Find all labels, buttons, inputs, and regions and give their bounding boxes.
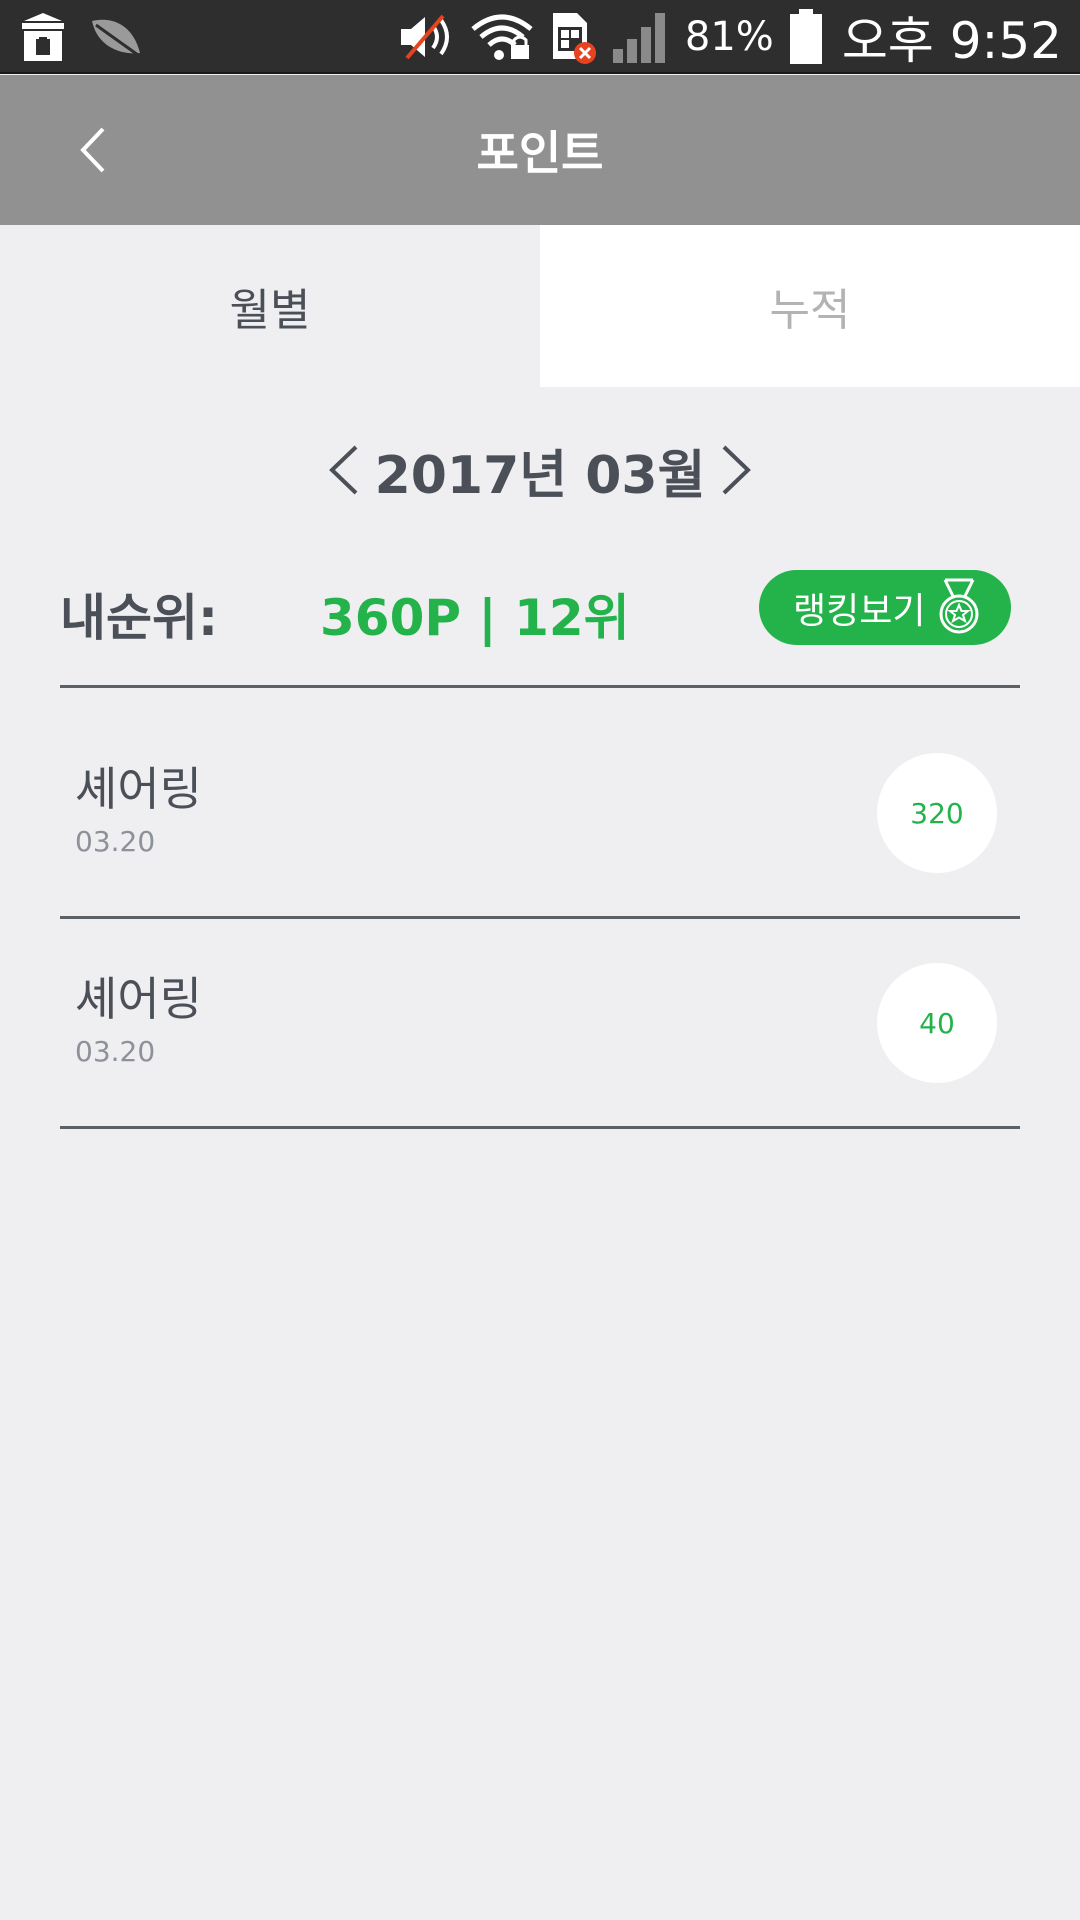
view-ranking-label: 랭킹보기 [793, 590, 926, 632]
item-title: 셰어링 [75, 762, 202, 816]
app-bar: 포인트 [0, 75, 1080, 225]
battery-percent: 81% [684, 14, 774, 60]
list-item[interactable]: 셰어링 03.20 40 [60, 923, 1020, 1128]
back-button[interactable] [62, 115, 122, 185]
tab-cumulative[interactable]: 누적 [540, 225, 1080, 387]
status-bar: 81% 오후 9:52 [0, 0, 1080, 74]
tab-bar: 월별 누적 [0, 225, 1080, 387]
wifi-lock-icon [469, 11, 535, 63]
item-date: 03.20 [75, 1035, 156, 1068]
chevron-right-icon [722, 445, 751, 495]
view-ranking-button[interactable]: 랭킹보기 [759, 570, 1011, 645]
divider [60, 1126, 1020, 1129]
tab-monthly[interactable]: 월별 [0, 225, 540, 387]
mute-icon [397, 12, 455, 62]
clock: 오후 9:52 [841, 12, 1062, 70]
list-item[interactable]: 셰어링 03.20 320 [60, 713, 1020, 918]
sim-error-icon [549, 9, 597, 65]
my-rank-label: 내순위: [60, 589, 218, 647]
points-badge: 320 [877, 753, 997, 873]
page-title: 포인트 [476, 126, 604, 180]
chevron-left-icon [80, 127, 105, 173]
divider [60, 685, 1020, 688]
leaf-icon [88, 15, 144, 59]
medal-icon [937, 578, 981, 640]
item-date: 03.20 [75, 825, 156, 858]
chevron-left-icon [329, 445, 358, 495]
my-rank-row: 내순위: 360P | 12위 랭킹보기 [60, 560, 1020, 660]
month-label: 2017년 03월 [374, 445, 706, 506]
points-badge: 40 [877, 963, 997, 1083]
item-title: 셰어링 [75, 972, 202, 1026]
month-navigator: 2017년 03월 [0, 430, 1080, 510]
battery-icon [788, 9, 824, 65]
signal-icon [611, 9, 671, 65]
my-rank-value: 360P | 12위 [320, 589, 630, 647]
next-month-button[interactable] [712, 430, 762, 510]
store-icon [18, 11, 68, 63]
divider [60, 916, 1020, 919]
previous-month-button[interactable] [318, 430, 368, 510]
